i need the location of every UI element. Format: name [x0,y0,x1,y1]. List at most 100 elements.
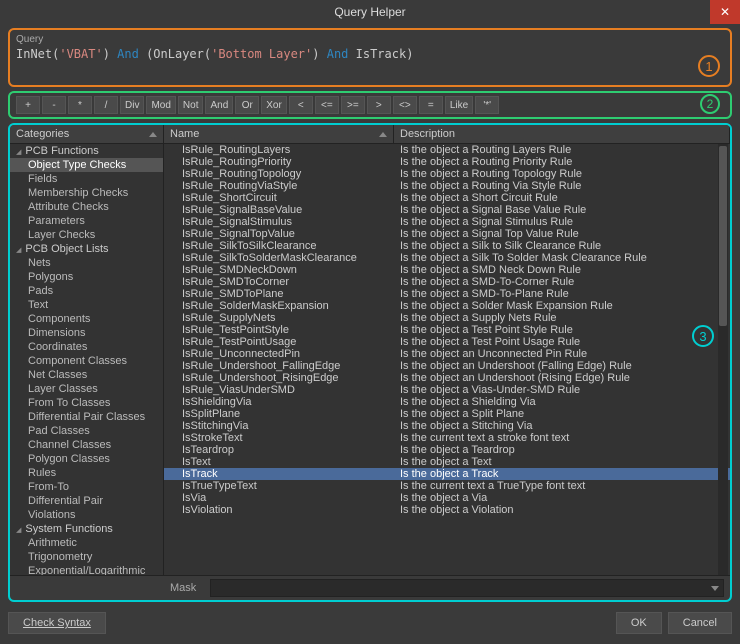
operator-button-x[interactable]: + [16,96,40,114]
function-row[interactable]: IsRule_SignalStimulusIs the object a Sig… [164,216,730,228]
header-name[interactable]: Name [164,125,394,143]
category-item[interactable]: Component Classes [10,354,163,368]
operator-button-Div[interactable]: Div [120,96,144,114]
function-row[interactable]: IsSplitPlaneIs the object a Split Plane [164,408,730,420]
category-item[interactable]: Layer Classes [10,382,163,396]
ok-button[interactable]: OK [616,612,662,634]
function-row[interactable]: IsTrueTypeTextIs the current text a True… [164,480,730,492]
function-row[interactable]: IsRule_Undershoot_RisingEdgeIs the objec… [164,372,730,384]
operator-button-Like[interactable]: Like [445,96,473,114]
category-item[interactable]: Parameters [10,214,163,228]
category-item[interactable]: Trigonometry [10,550,163,564]
operator-button-xx[interactable]: >= [341,96,365,114]
category-item[interactable]: Dimensions [10,326,163,340]
function-row[interactable]: IsRule_SMDToCornerIs the object a SMD-To… [164,276,730,288]
function-row[interactable]: IsViaIs the object a Via [164,492,730,504]
operator-button-x[interactable]: - [42,96,66,114]
operator-button-x[interactable]: / [94,96,118,114]
function-desc: Is the object a Silk to Silk Clearance R… [394,240,730,252]
category-item[interactable]: Pads [10,284,163,298]
operator-button-Or[interactable]: Or [235,96,259,114]
function-desc: Is the object a Track [394,468,730,480]
category-item[interactable]: Violations [10,508,163,522]
category-item[interactable]: Attribute Checks [10,200,163,214]
header-description[interactable]: Description [394,125,730,143]
function-name: IsViolation [164,504,394,516]
categories-panel[interactable]: PCB FunctionsObject Type ChecksFieldsMem… [10,144,164,575]
function-row[interactable]: IsRule_Undershoot_FallingEdgeIs the obje… [164,360,730,372]
category-item[interactable]: Arithmetic [10,536,163,550]
category-item[interactable]: Polygon Classes [10,452,163,466]
function-row[interactable]: IsRule_SupplyNetsIs the object a Supply … [164,312,730,324]
scrollbar-thumb[interactable] [719,146,727,326]
function-row[interactable]: IsRule_SMDNeckDownIs the object a SMD Ne… [164,264,730,276]
function-row[interactable]: IsStrokeTextIs the current text a stroke… [164,432,730,444]
category-item[interactable]: Layer Checks [10,228,163,242]
category-item[interactable]: System Functions [10,522,163,536]
category-item[interactable]: Fields [10,172,163,186]
category-item[interactable]: Coordinates [10,340,163,354]
category-item[interactable]: Differential Pair [10,494,163,508]
operator-button-xxx[interactable]: '*' [475,96,499,114]
function-row[interactable]: IsRule_RoutingTopologyIs the object a Ro… [164,168,730,180]
function-name: IsRule_TestPointUsage [164,336,394,348]
function-row[interactable]: IsRule_ShortCircuitIs the object a Short… [164,192,730,204]
category-item[interactable]: Text [10,298,163,312]
function-row[interactable]: IsRule_TestPointUsageIs the object a Tes… [164,336,730,348]
function-row[interactable]: IsRule_UnconnectedPinIs the object an Un… [164,348,730,360]
query-editor[interactable]: InNet('VBAT') And (OnLayer('Bottom Layer… [16,47,724,79]
operator-button-x[interactable]: * [68,96,92,114]
function-name: IsTrueTypeText [164,480,394,492]
operator-button-Xor[interactable]: Xor [261,96,287,114]
category-item[interactable]: Polygons [10,270,163,284]
operator-button-Mod[interactable]: Mod [146,96,175,114]
function-row[interactable]: IsRule_RoutingLayersIs the object a Rout… [164,144,730,156]
function-row[interactable]: IsRule_TestPointStyleIs the object a Tes… [164,324,730,336]
header-categories[interactable]: Categories [10,125,164,143]
category-item[interactable]: Exponential/Logarithmic [10,564,163,575]
operator-button-x[interactable]: = [419,96,443,114]
category-item[interactable]: Components [10,312,163,326]
function-row[interactable]: IsShieldingViaIs the object a Shielding … [164,396,730,408]
operator-button-x[interactable]: < [289,96,313,114]
function-row[interactable]: IsRule_SignalBaseValueIs the object a Si… [164,204,730,216]
cancel-button[interactable]: Cancel [668,612,732,634]
function-row[interactable]: IsRule_SMDToPlaneIs the object a SMD-To-… [164,288,730,300]
operator-button-And[interactable]: And [205,96,233,114]
function-row[interactable]: IsRule_SolderMaskExpansionIs the object … [164,300,730,312]
category-item[interactable]: From-To [10,480,163,494]
category-item[interactable]: Membership Checks [10,186,163,200]
function-row[interactable]: IsStitchingViaIs the object a Stitching … [164,420,730,432]
function-row[interactable]: IsRule_SilkToSolderMaskClearanceIs the o… [164,252,730,264]
function-row[interactable]: IsTextIs the object a Text [164,456,730,468]
mask-dropdown[interactable] [210,579,724,597]
function-row[interactable]: IsTeardropIs the object a Teardrop [164,444,730,456]
category-item[interactable]: Object Type Checks [10,158,163,172]
function-row[interactable]: IsRule_RoutingPriorityIs the object a Ro… [164,156,730,168]
function-row[interactable]: IsViolationIs the object a Violation [164,504,730,516]
category-item[interactable]: Differential Pair Classes [10,410,163,424]
category-item[interactable]: Pad Classes [10,424,163,438]
category-item[interactable]: PCB Functions [10,144,163,158]
function-name: IsRule_SignalStimulus [164,216,394,228]
category-item[interactable]: Channel Classes [10,438,163,452]
operator-button-x[interactable]: > [367,96,391,114]
operator-button-xx[interactable]: <> [393,96,417,114]
category-item[interactable]: Rules [10,466,163,480]
check-syntax-button[interactable]: Check Syntax [8,612,106,634]
function-row[interactable]: IsTrackIs the object a Track [164,468,730,480]
function-desc: Is the current text a stroke font text [394,432,730,444]
operator-button-Not[interactable]: Not [178,96,204,114]
category-item[interactable]: From To Classes [10,396,163,410]
function-row[interactable]: IsRule_SilkToSilkClearanceIs the object … [164,240,730,252]
category-item[interactable]: PCB Object Lists [10,242,163,256]
operator-button-xx[interactable]: <= [315,96,339,114]
category-item[interactable]: Nets [10,256,163,270]
function-row[interactable]: IsRule_RoutingViaStyleIs the object a Ro… [164,180,730,192]
function-row[interactable]: IsRule_SignalTopValueIs the object a Sig… [164,228,730,240]
close-button[interactable]: ✕ [710,0,740,24]
function-list[interactable]: IsRule_RoutingLayersIs the object a Rout… [164,144,730,575]
function-row[interactable]: IsRule_ViasUnderSMDIs the object a Vias-… [164,384,730,396]
scrollbar[interactable] [718,144,728,575]
category-item[interactable]: Net Classes [10,368,163,382]
